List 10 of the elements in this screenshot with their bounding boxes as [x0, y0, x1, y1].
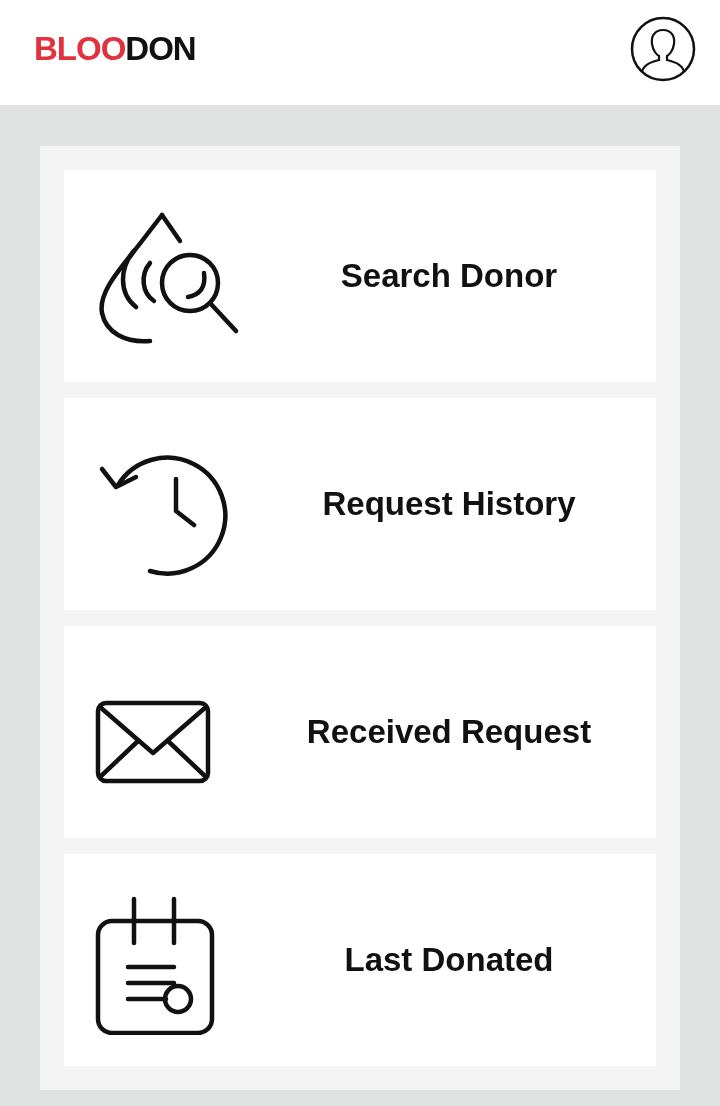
- menu-label: Last Donated: [343, 941, 555, 979]
- menu-card[interactable]: Last Donated: [64, 854, 656, 1066]
- menu-card[interactable]: Received Request: [64, 626, 656, 838]
- menu-card[interactable]: Search Donor: [64, 170, 656, 382]
- menu-label: Search Donor: [339, 257, 559, 295]
- menu-label: Received Request: [305, 713, 593, 751]
- menu-card[interactable]: Request History: [64, 398, 656, 610]
- profile-avatar-icon[interactable]: [630, 15, 696, 82]
- logo: BLOODON: [34, 29, 196, 68]
- menu-label: Request History: [321, 485, 577, 523]
